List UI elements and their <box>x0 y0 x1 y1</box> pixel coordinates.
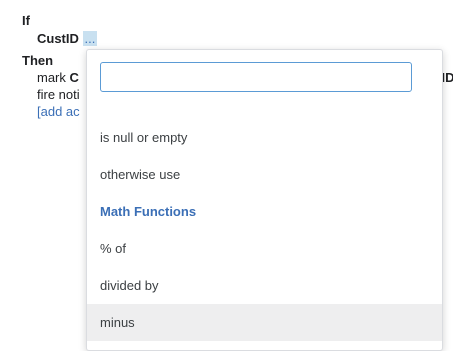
menu-item-otherwise-use[interactable]: otherwise use <box>87 156 442 193</box>
action-mark-prefix: mark <box>37 70 66 85</box>
condition-field[interactable]: CustID <box>37 31 79 46</box>
add-action-link[interactable]: [add ac <box>37 104 80 119</box>
action-mark-line: mark C <box>37 70 79 85</box>
menu-item-is-null-or-empty[interactable]: is null or empty <box>87 119 442 156</box>
condition-line: CustID ... <box>37 31 98 46</box>
dropdown-menu: is null or empty otherwise use Math Func… <box>87 119 442 341</box>
then-label: Then <box>22 53 54 68</box>
dropdown-search-input[interactable] <box>100 62 412 92</box>
menu-item-percent-of[interactable]: % of <box>87 230 442 267</box>
condition-operator-token[interactable]: ... <box>82 31 98 46</box>
action-mark-field-partial[interactable]: C <box>70 70 79 85</box>
menu-item-divided-by[interactable]: divided by <box>87 267 442 304</box>
menu-item-minus[interactable]: minus <box>87 304 442 341</box>
if-label: If <box>22 13 30 28</box>
menu-category-math-functions: Math Functions <box>100 204 197 219</box>
operator-dropdown: is null or empty otherwise use Math Func… <box>86 49 443 351</box>
action-fire-line[interactable]: fire noti <box>37 87 80 102</box>
